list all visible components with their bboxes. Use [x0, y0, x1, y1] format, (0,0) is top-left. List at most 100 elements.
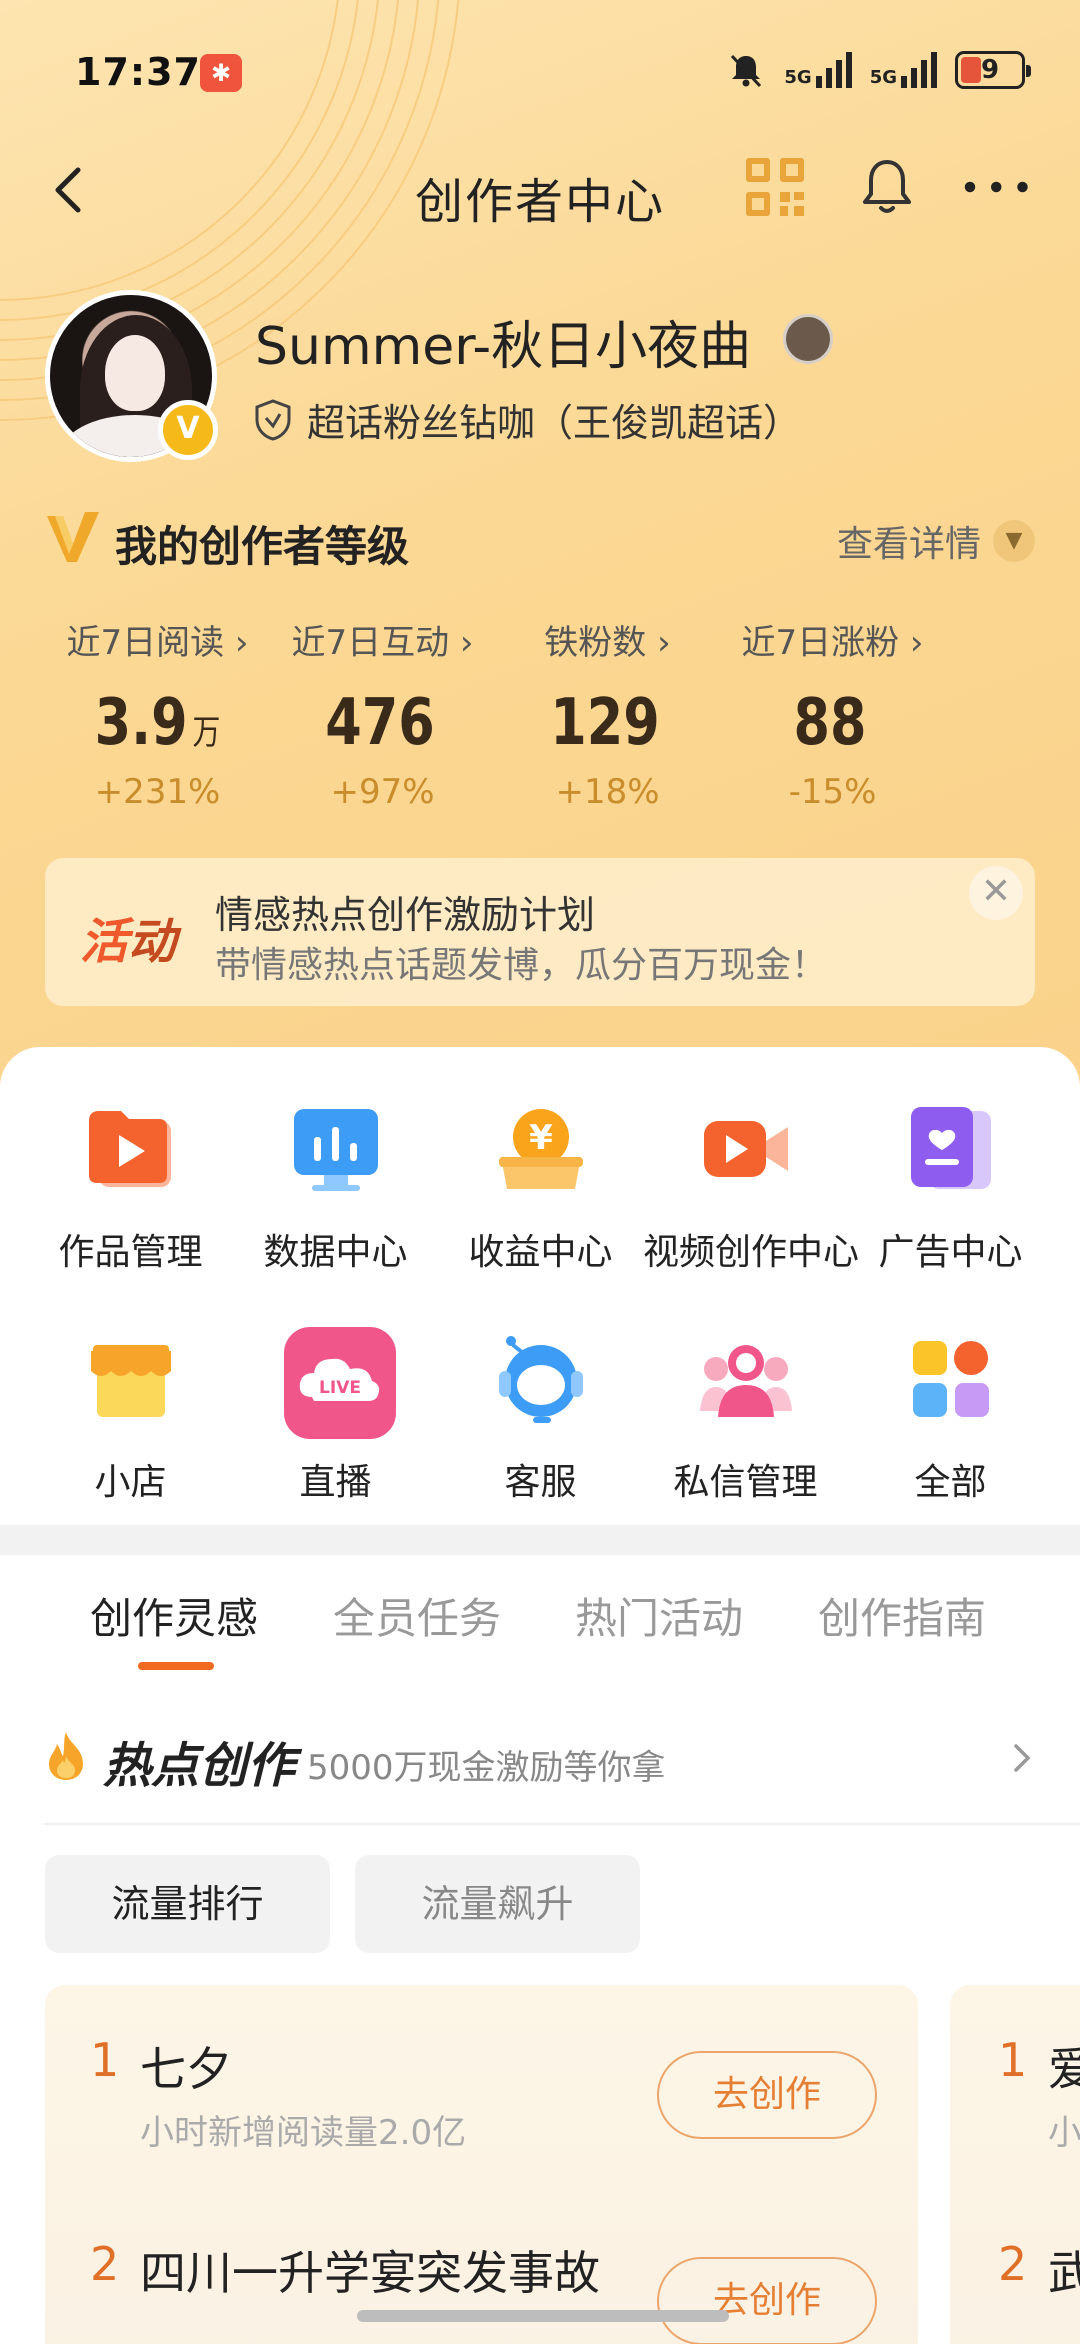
- tool-shop[interactable]: 小店: [28, 1327, 233, 1557]
- section-divider: [0, 1525, 1080, 1555]
- tool-message[interactable]: 私信管理: [643, 1327, 848, 1557]
- tool-ad[interactable]: 广告中心: [848, 1097, 1053, 1327]
- more-icon[interactable]: [963, 152, 1033, 222]
- tool-service[interactable]: 客服: [438, 1327, 643, 1557]
- stats-row: 近7日阅读 › 3.9 万 +231% 近7日互动 › 476 +97% 铁粉数 › 129 +1…: [45, 615, 1035, 812]
- works-icon: [79, 1097, 183, 1201]
- tools-row-2: 小店 LIVE 直播 客服 私信管理 全部: [0, 1327, 1080, 1557]
- stat-value: 3.9 万: [94, 686, 221, 760]
- tool-video[interactable]: 视频创作中心: [643, 1097, 860, 1327]
- tool-label: 私信管理: [673, 1462, 818, 1503]
- income-icon: ¥: [489, 1097, 593, 1201]
- user-medal-icon[interactable]: [783, 314, 833, 364]
- stat-item[interactable]: 近7日涨粉 › 88 -15%: [720, 615, 945, 812]
- activity-banner[interactable]: 活动 情感热点创作激励计划 带情感热点话题发博，瓜分百万现金！ ✕: [45, 858, 1035, 1006]
- activity-title: 情感热点创作激励计划: [215, 893, 596, 937]
- view-details-label: 查看详情: [836, 524, 981, 565]
- topic-title: 七夕: [140, 2042, 232, 2096]
- hot-title: 热点创作: [103, 1738, 296, 1794]
- verified-badge-icon: V: [158, 400, 218, 460]
- qr-code-icon[interactable]: [740, 152, 810, 222]
- mute-bell-icon: [731, 54, 762, 88]
- svg-text:LIVE: LIVE: [319, 1378, 361, 1398]
- live-icon: LIVE: [283, 1327, 396, 1439]
- tool-data[interactable]: 数据中心: [233, 1097, 438, 1327]
- topic-title: 爱: [1048, 2042, 1080, 2096]
- tool-income[interactable]: ¥ 收益中心: [438, 1097, 643, 1327]
- activity-tag: 活动: [80, 914, 177, 970]
- chevron-right-icon: [1014, 1744, 1031, 1772]
- tools-row-1: 作品管理 数据中心 ¥ 收益中心 视频创作中心 广告中心: [0, 1097, 1080, 1327]
- supertag-label: 超话粉丝钻咖（王俊凯超话）: [307, 401, 802, 445]
- stat-item[interactable]: 铁粉数 › 129 +18%: [495, 615, 720, 812]
- creator-level-row: 我的创作者等级 查看详情 ▼: [45, 505, 1035, 575]
- divider: [45, 1823, 1080, 1825]
- stat-change: +97%: [330, 772, 435, 812]
- message-icon: [694, 1327, 798, 1431]
- signal-1-icon: 5G: [784, 52, 852, 88]
- service-icon: [489, 1327, 593, 1431]
- tool-label: 作品管理: [58, 1232, 203, 1273]
- ranking-card: 1 七夕 小时新增阅读量2.0亿 去创作 2 四川一升学宴突发事故 去创作: [45, 1985, 918, 2344]
- flame-icon: [49, 1732, 83, 1780]
- rank-number: 1: [90, 2033, 120, 2087]
- hot-subtitle: 5000万现金激励等你拿: [307, 1748, 666, 1788]
- stat-value: 129: [550, 686, 660, 760]
- tab-all-tasks[interactable]: 全员任务: [333, 1585, 501, 1646]
- stat-value: 88: [793, 686, 867, 760]
- home-indicator[interactable]: [357, 2310, 729, 2322]
- level-title: 我的创作者等级: [115, 522, 410, 571]
- topic-desc: 小: [1048, 2113, 1080, 2153]
- tool-label: 全部: [914, 1462, 987, 1503]
- tab-hot-events[interactable]: 热门活动: [575, 1585, 743, 1646]
- shield-icon: [255, 398, 291, 441]
- battery-icon: 9: [955, 51, 1031, 89]
- chip-traffic-ranking[interactable]: 流量排行: [45, 1855, 330, 1953]
- video-icon: [694, 1097, 798, 1201]
- stat-change: +231%: [94, 772, 221, 812]
- tool-works[interactable]: 作品管理: [28, 1097, 233, 1327]
- ranking-card-2: 1 爱 小 2 武: [950, 1985, 1080, 2344]
- tool-label: 视频创作中心: [643, 1232, 860, 1273]
- stat-label: 近7日涨粉 ›: [741, 623, 924, 663]
- tool-label: 数据中心: [263, 1232, 408, 1273]
- stat-change: -15%: [788, 772, 877, 812]
- topic-desc: 小时新增阅读量2.0亿: [140, 2113, 467, 2153]
- tool-label: 收益中心: [468, 1232, 613, 1273]
- rank-number: 2: [998, 2237, 1028, 2291]
- go-create-button[interactable]: 去创作: [657, 2051, 877, 2139]
- chevron-down-icon: ▼: [993, 520, 1035, 562]
- supertag-badge[interactable]: 超话粉丝钻咖（王俊凯超话）: [253, 392, 801, 447]
- tools-grid: 作品管理 数据中心 ¥ 收益中心 视频创作中心 广告中心 小店 LIVE 直播 客服 私信管理 全部: [0, 1097, 1080, 1557]
- data-icon: [284, 1097, 388, 1201]
- stat-item[interactable]: 近7日互动 › 476 +97%: [270, 615, 495, 812]
- tool-label: 广告中心: [878, 1232, 1023, 1273]
- rank-number: 2: [90, 2237, 120, 2291]
- stat-item[interactable]: 近7日阅读 › 3.9 万 +231%: [45, 615, 270, 812]
- chip-traffic-surge[interactable]: 流量飙升: [355, 1855, 640, 1953]
- view-details-button[interactable]: 查看详情 ▼: [837, 515, 1035, 567]
- rank-number: 1: [998, 2033, 1028, 2087]
- tool-label: 客服: [504, 1462, 577, 1503]
- tab-inspiration[interactable]: 创作灵感: [90, 1585, 258, 1646]
- username[interactable]: Summer-秋日小夜曲: [255, 304, 751, 379]
- bell-icon[interactable]: [852, 152, 922, 222]
- hot-creation-row[interactable]: 热点创作 5000万现金激励等你拿: [45, 1720, 1040, 1810]
- close-icon[interactable]: ✕: [969, 866, 1023, 920]
- tool-live[interactable]: LIVE 直播: [233, 1327, 438, 1557]
- tool-all[interactable]: 全部: [848, 1327, 1053, 1557]
- tab-guide[interactable]: 创作指南: [818, 1585, 986, 1646]
- topic-title: 四川一升学宴突发事故: [140, 2246, 600, 2300]
- ad-icon: [899, 1097, 1003, 1201]
- signal-2-icon: 5G: [870, 52, 937, 88]
- stat-value: 476: [325, 686, 435, 760]
- all-icon: [899, 1327, 1003, 1431]
- svg-text:¥: ¥: [529, 1118, 553, 1158]
- go-create-button[interactable]: 去创作: [657, 2257, 877, 2344]
- active-tab-indicator: [138, 1662, 214, 1670]
- status-bar: 17:37 ✱ 5G 5G 9: [0, 0, 1080, 150]
- topic-title: 武: [1048, 2246, 1080, 2300]
- level-v-icon: [47, 512, 99, 562]
- shop-icon: [79, 1327, 183, 1431]
- stat-change: +18%: [555, 772, 660, 812]
